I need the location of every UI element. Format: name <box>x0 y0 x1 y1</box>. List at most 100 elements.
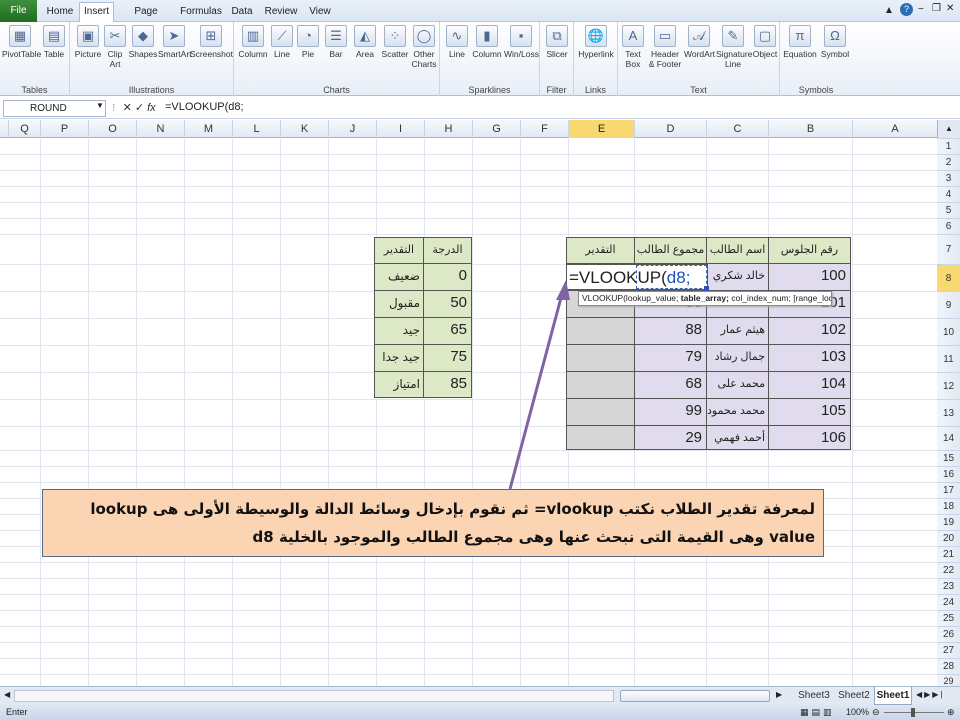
row-header[interactable]: 29 <box>937 674 960 686</box>
column-header[interactable]: D <box>634 120 706 138</box>
row-header[interactable]: 10 <box>937 318 960 345</box>
score-cell[interactable]: 65 <box>423 317 472 345</box>
row-header[interactable]: 11 <box>937 345 960 372</box>
sheet-tab-sheet2[interactable]: Sheet2 <box>836 688 872 705</box>
signature-line-button[interactable]: ✎ Signature Line <box>716 25 752 69</box>
column-header[interactable]: O <box>88 120 136 138</box>
enter-check-icon[interactable]: ✓ <box>135 102 144 114</box>
name-box[interactable]: ROUND <box>3 100 106 117</box>
row-header[interactable]: 20 <box>937 530 960 546</box>
column-header[interactable]: Q <box>8 120 40 138</box>
student-name-cell[interactable]: محمد محمود <box>706 398 769 426</box>
window-restore-icon[interactable]: ❐ <box>932 3 941 14</box>
student-grade-cell[interactable] <box>566 317 635 345</box>
pivottable-button[interactable]: ▦ PivotTable <box>2 25 41 59</box>
column-header[interactable]: K <box>280 120 328 138</box>
other-charts-button[interactable]: ◯ Other Charts <box>410 25 438 69</box>
row-header[interactable]: 28 <box>937 658 960 674</box>
row-header[interactable]: 19 <box>937 514 960 530</box>
student-grade-cell[interactable] <box>566 398 635 426</box>
score-cell[interactable]: 50 <box>423 290 472 318</box>
row-header[interactable]: 14 <box>937 426 960 450</box>
scatter-chart-button[interactable]: ⁘ Scatter <box>380 25 410 59</box>
row-header[interactable]: 26 <box>937 626 960 642</box>
tab-file[interactable]: File <box>0 0 37 22</box>
sheet-nav-icons[interactable]: ◀▶▶| <box>916 690 945 699</box>
row-header[interactable]: 23 <box>937 578 960 594</box>
object-button[interactable]: ▢ Object <box>752 25 778 59</box>
zoom-level[interactable]: 100% <box>846 705 869 720</box>
student-grade-cell[interactable] <box>566 425 635 450</box>
student-total-header[interactable]: مجموع الطالب <box>634 237 707 264</box>
row-header[interactable]: 5 <box>937 202 960 218</box>
seat-number-cell[interactable]: 106 <box>768 425 851 450</box>
text-box-button[interactable]: A Text Box <box>620 25 646 69</box>
seat-number-cell[interactable]: 104 <box>768 371 851 399</box>
horizontal-scrollbar[interactable] <box>14 690 614 702</box>
score-cell[interactable]: 85 <box>423 371 472 398</box>
row-header[interactable]: 3 <box>937 170 960 186</box>
bar-chart-button[interactable]: ☰ Bar <box>324 25 348 59</box>
sparkline-column-button[interactable]: ▮ Column <box>472 25 502 59</box>
sparkline-line-button[interactable]: ∿ Line <box>444 25 470 59</box>
column-header[interactable]: C <box>706 120 768 138</box>
window-close-icon[interactable]: ✕ <box>946 3 954 14</box>
zoom-slider-thumb[interactable] <box>911 708 915 717</box>
row-header[interactable]: 13 <box>937 399 960 426</box>
student-total-cell[interactable]: 88 <box>634 317 707 345</box>
row-header[interactable]: 2 <box>937 154 960 170</box>
row-header[interactable]: 22 <box>937 562 960 578</box>
row-header[interactable]: 25 <box>937 610 960 626</box>
column-header[interactable]: L <box>232 120 280 138</box>
tab-page-layout[interactable]: Page Layout <box>118 3 174 35</box>
seat-number-header[interactable]: رقم الجلوس <box>768 237 851 264</box>
row-header[interactable]: 9 <box>937 291 960 318</box>
help-icon[interactable]: ? <box>900 3 913 16</box>
row-header[interactable]: 16 <box>937 466 960 482</box>
student-name-cell[interactable]: جمال رشاد <box>706 344 769 372</box>
zoom-in-icon[interactable]: ⊕ <box>947 705 955 720</box>
student-total-cell[interactable]: 99 <box>634 398 707 426</box>
slicer-button[interactable]: ⧉ Slicer <box>544 25 570 59</box>
sheet-tab-sheet3[interactable]: Sheet3 <box>796 688 832 705</box>
row-header[interactable]: 24 <box>937 594 960 610</box>
column-header[interactable]: F <box>520 120 568 138</box>
tab-home[interactable]: Home <box>42 3 78 22</box>
column-header[interactable]: J <box>328 120 376 138</box>
window-minimize-icon[interactable]: − <box>918 4 924 15</box>
row-header[interactable]: 18 <box>937 498 960 514</box>
line-chart-button[interactable]: ⟋ Line <box>270 25 294 59</box>
area-chart-button[interactable]: ◭ Area <box>352 25 378 59</box>
student-name-header[interactable]: اسم الطالب <box>706 237 769 264</box>
active-cell-editor[interactable]: =VLOOKUP(d8; <box>566 264 708 290</box>
row-header[interactable]: 6 <box>937 218 960 234</box>
tab-formulas[interactable]: Formulas <box>178 3 224 22</box>
seat-number-cell[interactable]: 100 <box>768 263 851 291</box>
seat-number-cell[interactable]: 103 <box>768 344 851 372</box>
equation-button[interactable]: π Equation <box>782 25 818 59</box>
grade-cell[interactable]: مقبول <box>374 290 424 318</box>
header-footer-button[interactable]: ▭ Header & Footer <box>648 25 682 69</box>
tab-data[interactable]: Data <box>228 3 256 22</box>
column-header[interactable]: A <box>852 120 937 138</box>
score-header[interactable]: الدرجة <box>423 237 472 264</box>
grade-cell[interactable]: جيد جدا <box>374 344 424 372</box>
insert-function-icon[interactable]: fx <box>147 102 156 114</box>
shapes-button[interactable]: ◆ Shapes <box>128 25 158 59</box>
pie-chart-button[interactable]: ◔ Pie <box>296 25 320 59</box>
select-all-corner[interactable] <box>0 120 8 138</box>
column-header[interactable]: H <box>424 120 472 138</box>
score-cell[interactable]: 75 <box>423 344 472 372</box>
tab-insert[interactable]: Insert <box>79 2 114 23</box>
clip-art-button[interactable]: ✂ Clip Art <box>104 25 126 69</box>
student-name-cell[interactable]: محمد على <box>706 371 769 399</box>
row-header-selected[interactable]: 8 <box>937 264 960 291</box>
column-header-selected[interactable]: E <box>568 120 634 138</box>
sparkline-winloss-button[interactable]: ▪ Win/Loss <box>504 25 539 59</box>
student-name-cell[interactable]: أحمد فهمي <box>706 425 769 450</box>
grade-cell[interactable]: ضعيف <box>374 263 424 291</box>
student-total-cell[interactable]: 29 <box>634 425 707 450</box>
screenshot-button[interactable]: ⊞ Screenshot <box>190 25 233 59</box>
tab-review[interactable]: Review <box>262 3 300 22</box>
row-header[interactable]: 27 <box>937 642 960 658</box>
